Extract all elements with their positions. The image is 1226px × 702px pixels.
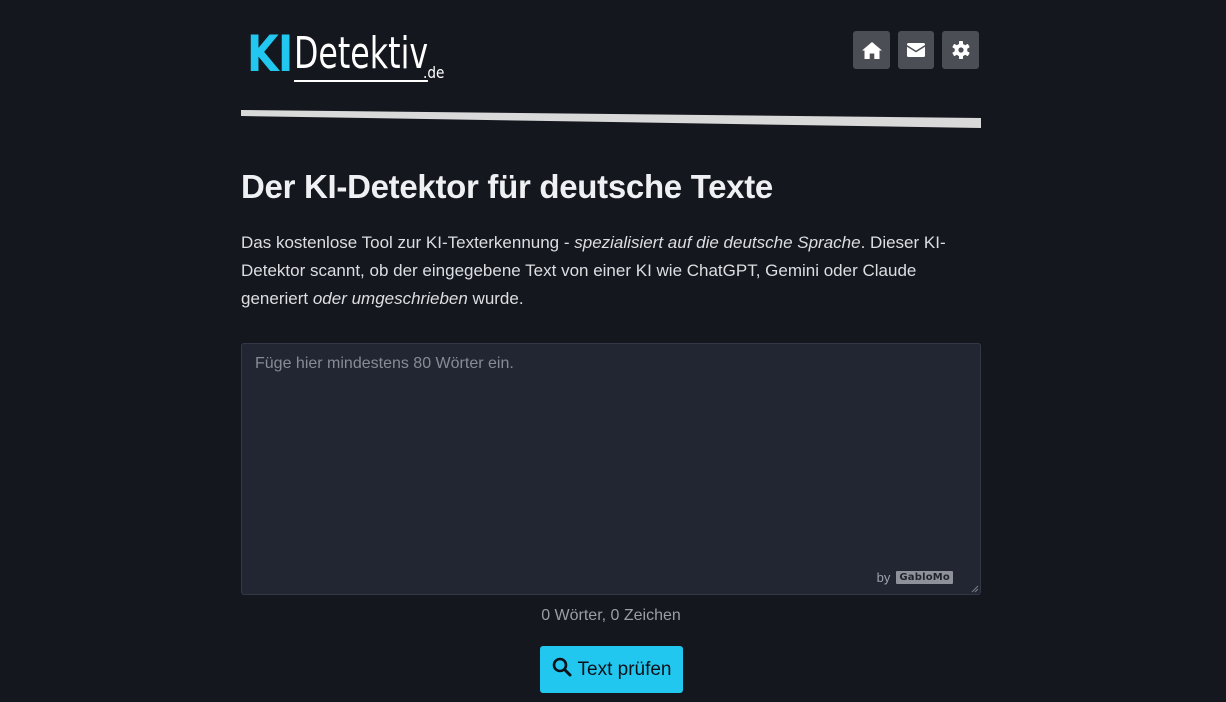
envelope-icon [907, 43, 925, 57]
settings-button[interactable] [942, 31, 979, 69]
page: KI Detektiv .de Der KI-Detektor für deut… [0, 0, 1226, 702]
contact-button[interactable] [898, 31, 934, 69]
intro-text: Das kostenlose Tool zur KI-Texterkennung… [241, 229, 983, 313]
byline: by GabloMo [877, 570, 953, 585]
logo-name: Detektiv [294, 28, 429, 82]
intro-emphasis: oder umgeschrieben [312, 289, 468, 308]
logo-ki: KI [247, 25, 293, 83]
header-divider [241, 110, 981, 128]
intro-text-part: Das kostenlose Tool zur KI-Texterkennung… [241, 233, 575, 252]
text-input-area: by GabloMo [241, 343, 981, 595]
site-logo[interactable]: KI Detektiv .de [247, 22, 448, 82]
home-button[interactable] [853, 31, 890, 69]
gablomo-logo[interactable]: GabloMo [896, 571, 953, 584]
intro-emphasis: spezialisiert auf die deutsche Sprache [574, 233, 861, 252]
check-text-button[interactable]: Text prüfen [540, 646, 683, 693]
content-container: KI Detektiv .de Der KI-Detektor für deut… [241, 0, 981, 693]
resize-handle-icon[interactable] [971, 585, 979, 593]
gear-icon [951, 41, 970, 59]
logo-tld: .de [422, 63, 444, 82]
page-title: Der KI-Detektor für deutsche Texte [241, 168, 773, 205]
text-input[interactable] [241, 343, 981, 595]
check-text-label: Text prüfen [577, 658, 672, 680]
word-char-counter: 0 Wörter, 0 Zeichen [541, 607, 681, 624]
home-icon [861, 41, 882, 59]
byline-label: by [876, 570, 891, 585]
intro-text-part: wurde. [467, 289, 524, 308]
search-icon [552, 657, 572, 683]
header-nav [853, 31, 979, 69]
header: KI Detektiv .de [241, 0, 981, 128]
